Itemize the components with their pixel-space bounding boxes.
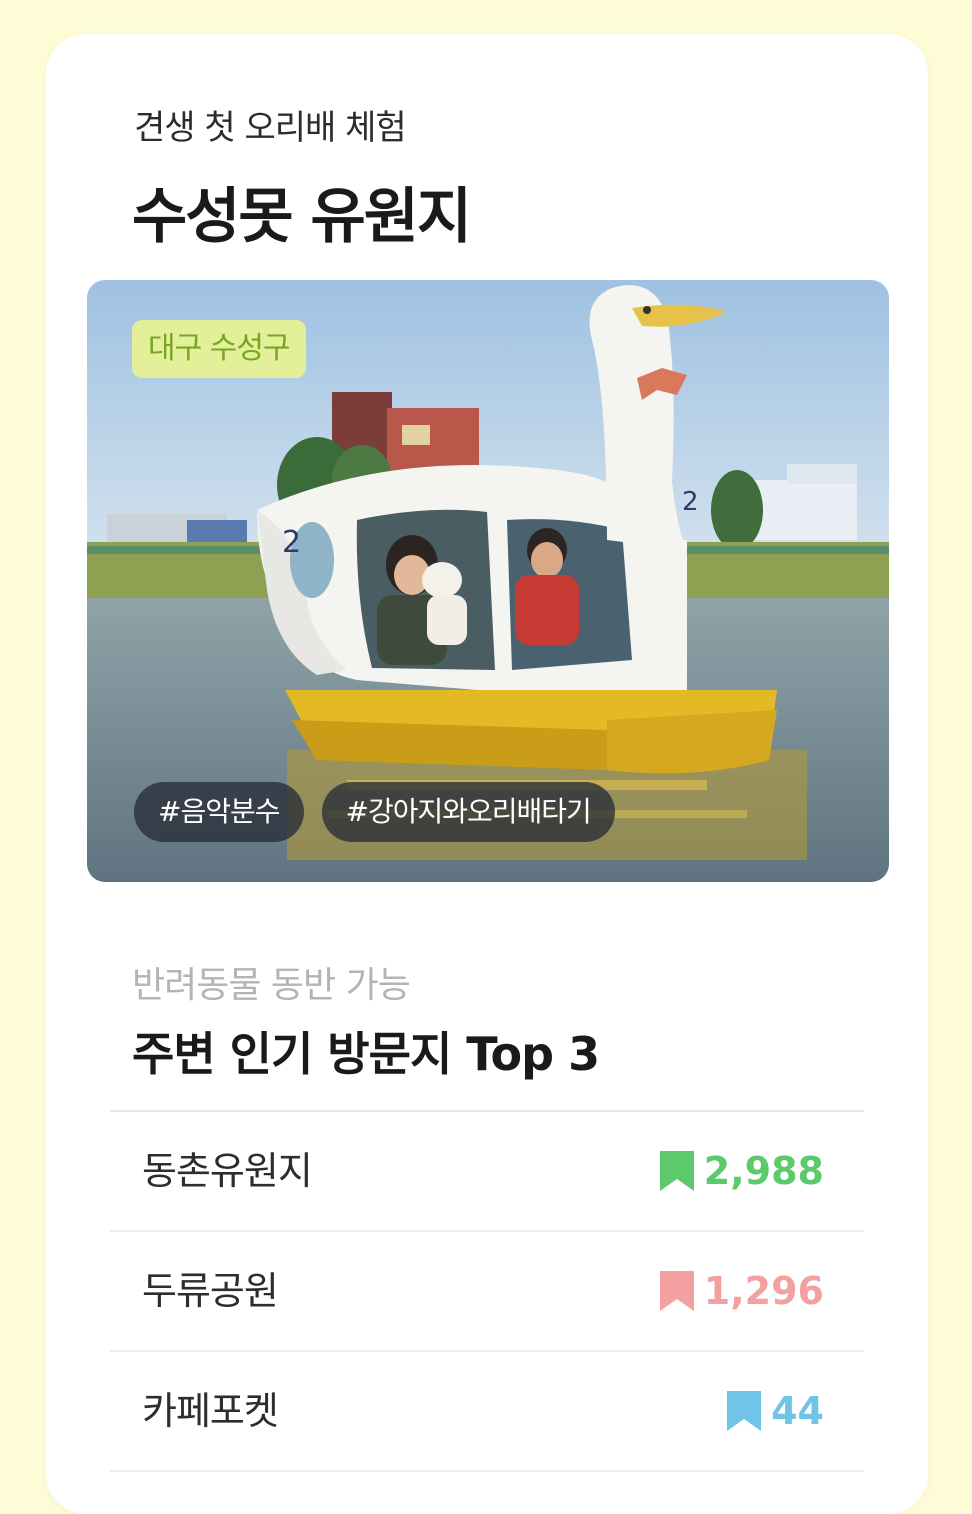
- place-name: 카페포켓: [142, 1389, 279, 1433]
- bookmark-count: 1,296: [659, 1232, 824, 1350]
- place-name: 동촌유원지: [142, 1149, 313, 1193]
- bookmark-icon: [659, 1271, 694, 1311]
- pet-friendly-label: 반려동물 동반 가능: [132, 965, 411, 1006]
- region-tag: 대구 수성구: [132, 320, 306, 378]
- nearby-place-list: 동촌유원지 2,988 두류공원 1,296 카페포켓 44: [110, 1110, 864, 1472]
- place-photo[interactable]: 2 2 대구 수성구 #음악분수 #강아지와오리배타기: [87, 280, 889, 882]
- list-item[interactable]: 두류공원 1,296: [110, 1232, 864, 1352]
- hashtag-list: #음악분수 #강아지와오리배타기: [134, 782, 615, 842]
- list-item[interactable]: 카페포켓 44: [110, 1352, 864, 1472]
- hashtag-chip[interactable]: #강아지와오리배타기: [321, 782, 615, 842]
- hashtag-chip[interactable]: #음악분수: [134, 782, 304, 842]
- card-subtitle: 견생 첫 오리배 체험: [134, 108, 407, 148]
- bookmark-count: 44: [727, 1352, 824, 1470]
- boat-number-neck: 2: [682, 487, 699, 517]
- bookmark-icon: [727, 1391, 762, 1431]
- bookmark-icon: [659, 1151, 694, 1191]
- nearby-top3-title: 주변 인기 방문지 Top 3: [132, 1027, 600, 1081]
- bookmark-count-value: 44: [771, 1389, 824, 1433]
- boat-number-left: 2: [282, 525, 301, 560]
- place-card: 견생 첫 오리배 체험 수성못 유원지 2 2 대구 수성구 #음악분수 #강아…: [46, 34, 928, 1514]
- bookmark-count-value: 1,296: [703, 1269, 824, 1313]
- card-title: 수성못 유원지: [132, 182, 472, 252]
- bookmark-count-value: 2,988: [703, 1149, 824, 1193]
- bookmark-count: 2,988: [659, 1112, 824, 1230]
- list-item[interactable]: 동촌유원지 2,988: [110, 1112, 864, 1232]
- place-name: 두류공원: [142, 1269, 279, 1313]
